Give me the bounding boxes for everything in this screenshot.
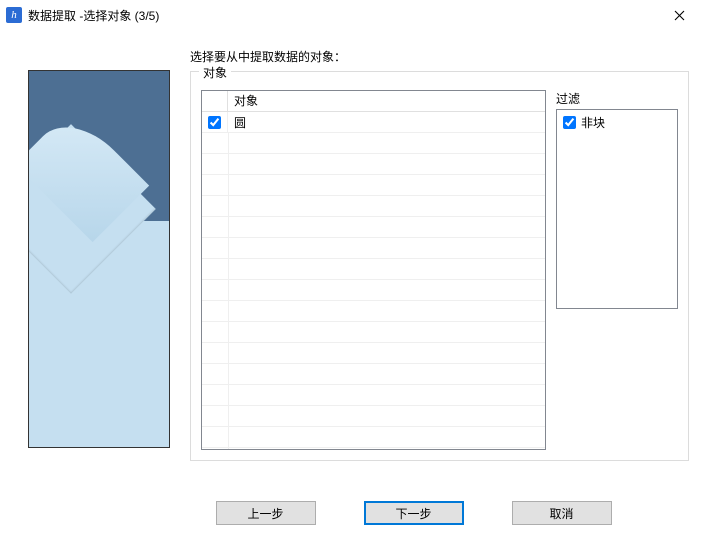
app-icon: h	[6, 7, 22, 23]
objects-fieldset: 对象 对象 圆 过滤	[190, 71, 689, 461]
back-button[interactable]: 上一步	[216, 501, 316, 525]
filter-checkbox[interactable]	[563, 116, 576, 129]
next-button[interactable]: 下一步	[364, 501, 464, 525]
close-button[interactable]	[659, 1, 699, 29]
list-item[interactable]: 圆	[202, 112, 545, 133]
content-area: 选择要从中提取数据的对象： 对象 对象 圆	[0, 30, 707, 490]
instruction-text: 选择要从中提取数据的对象：	[190, 48, 689, 65]
wizard-preview-image	[28, 70, 170, 448]
list-item[interactable]: 非块	[563, 114, 671, 131]
objects-list-empty-area	[202, 133, 545, 449]
cancel-button[interactable]: 取消	[512, 501, 612, 525]
filter-label: 过滤	[556, 90, 678, 107]
objects-list[interactable]: 对象 圆	[201, 90, 546, 450]
close-icon	[674, 10, 685, 21]
window-title: 数据提取 -选择对象 (3/5)	[28, 7, 159, 24]
filter-item-label: 非块	[581, 114, 605, 131]
filter-list[interactable]: 非块	[556, 109, 678, 309]
object-checkbox[interactable]	[208, 116, 221, 129]
objects-column-header: 对象	[228, 91, 545, 111]
object-label: 圆	[228, 114, 545, 131]
objects-list-header: 对象	[202, 91, 545, 112]
objects-fieldset-label: 对象	[199, 64, 231, 81]
titlebar: h 数据提取 -选择对象 (3/5)	[0, 0, 707, 30]
button-row: 上一步 下一步 取消	[0, 495, 707, 531]
